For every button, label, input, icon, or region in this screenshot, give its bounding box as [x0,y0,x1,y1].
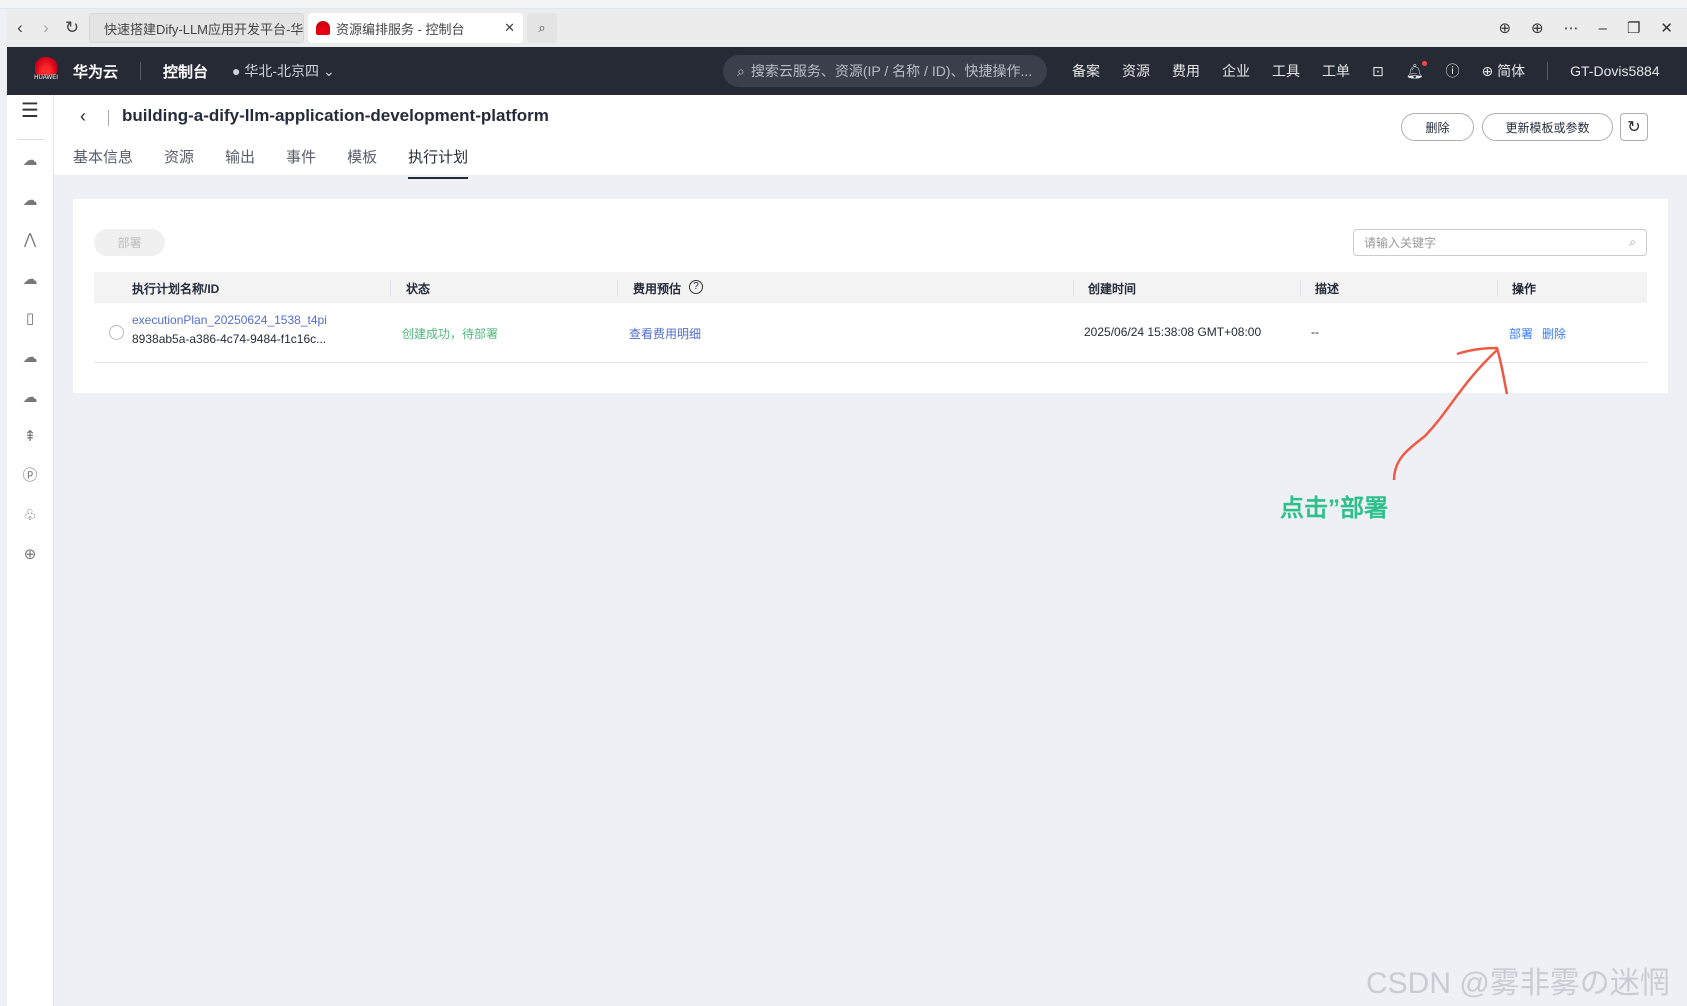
search-icon[interactable]: ⌕ [1629,235,1636,250]
reload-icon[interactable]: ↻ [59,18,85,38]
browser-tab[interactable]: 快速搭建Dify-LLM应用开发平台-华 [89,13,304,43]
back-button[interactable]: ‹ [80,106,86,127]
huawei-logo[interactable]: HUAWEI [31,57,61,85]
column-header-name: 执行计划名称/ID [132,282,220,296]
tab-events[interactable]: 事件 [286,146,316,179]
window-top-strip [0,0,1687,9]
tab-outputs[interactable]: 输出 [225,146,255,179]
download-icon[interactable]: ⊕ [1498,19,1511,37]
cloud-network-icon[interactable]: ☁ [20,388,40,408]
region-label: 华北-北京四 [244,63,320,79]
search-icon: ⌕ [737,62,745,79]
watermark: CSDN @雾非雾の迷惘 [1366,967,1670,1000]
annotation-arrow [1392,346,1509,481]
sidebar: ☰ ☁ ☁ ⋀ ☁ ▯ ☁ ☁ ⇞ ⓟ ♧ ⊕ [7,95,54,1006]
search-placeholder: 搜索云服务、资源(IP / 名称 / ID)、快捷操作... [750,63,1033,79]
nav-link-tickets[interactable]: 工单 [1322,61,1350,81]
globe-icon: ⊕ [1481,63,1494,79]
column-header-description: 描述 [1315,282,1340,296]
tab-title: 资源编排服务 - 控制台 [336,21,465,37]
status-text: 创建成功，待部署 [402,327,499,341]
keyword-search-input[interactable]: 请输入关键字 ⌕ [1353,229,1647,256]
nav-link-billing[interactable]: 费用 [1172,61,1200,81]
description: -- [1311,325,1319,339]
cluster-icon[interactable]: ♧ [20,506,40,526]
help-icon[interactable]: ? [689,280,703,294]
more-icon[interactable]: ⋯ [1564,19,1579,37]
tab-execution-plans[interactable]: 执行计划 [408,146,469,179]
chevron-down-icon: ⌄ [322,63,335,79]
update-template-button[interactable]: 更新模板或参数 [1482,113,1613,141]
created-time: 2025/06/24 15:38:08 GMT+08:00 [1084,325,1262,339]
back-icon[interactable]: ‹ [7,18,33,38]
location-icon: ● [232,63,241,79]
global-search-input[interactable]: ⌕ 搜索云服务、资源(IP / 名称 / ID)、快捷操作... [723,55,1047,87]
nav-link-beian[interactable]: 备案 [1072,61,1100,81]
column-header-cost: 费用预估 [633,282,682,296]
minimize-icon[interactable]: – [1599,20,1607,37]
delete-action-link[interactable]: 删除 [1542,325,1566,342]
terminal-icon[interactable]: ⊡ [1372,63,1384,80]
column-header-status: 状态 [406,282,431,296]
row-radio[interactable] [109,325,124,340]
column-header-actions: 操作 [1512,282,1537,296]
delete-stack-button[interactable]: 删除 [1401,113,1474,141]
cloud-icon[interactable]: ☁ [20,348,40,368]
region-selector[interactable]: ● 华北-北京四 ⌄ [232,61,335,81]
plan-name-link[interactable]: executionPlan_20250624_1538_t4pi [132,313,327,327]
close-tab-icon[interactable]: ✕ [504,20,515,36]
menu-icon[interactable]: ☰ [20,101,40,121]
tab-title: 快速搭建Dify-LLM应用开发平台-华 [104,21,304,37]
table-header [94,272,1647,303]
browser-tab-bar: ‹ › ↻ 快速搭建Dify-LLM应用开发平台-华 资源编排服务 - 控制台 ✕… [7,9,1687,47]
top-navbar: HUAWEI 华为云 控制台 ● 华北-北京四 ⌄ ⌕ 搜索云服务、资源(IP /… [7,47,1687,95]
tab-resources[interactable]: 资源 [164,146,194,179]
tab-search-button[interactable]: ⌕ [527,13,557,43]
page-tabs: 基本信息 资源 输出 事件 模板 执行计划 [73,146,469,179]
bell-icon[interactable]: 🔔︎ [1406,60,1427,80]
brand-name[interactable]: 华为云 [73,61,118,82]
user-menu[interactable]: GT-Dovis5884 [1570,63,1659,79]
close-window-icon[interactable]: ✕ [1660,19,1673,37]
browser-tab-active[interactable]: 资源编排服务 - 控制台 ✕ [308,13,523,43]
language-selector[interactable]: ⊕ 简体 [1482,61,1526,81]
restore-icon[interactable]: ❐ [1627,19,1640,37]
cloud-upload-icon[interactable]: ☁ [20,270,40,290]
globe-icon[interactable]: ⊕ [20,545,40,565]
globe-icon[interactable]: ⊕ [1531,19,1544,37]
annotation-text: 点击”部署 [1280,495,1388,522]
column-header-created: 创建时间 [1088,282,1137,296]
cloud-server-icon[interactable]: ☁ [20,151,40,171]
page-title: building-a-dify-llm-application-developm… [122,106,549,125]
monitor-icon[interactable]: ⋀ [20,230,40,250]
huawei-icon [316,21,330,35]
plan-id: 8938ab5a-a386-4c74-9484-f1c16c... [132,332,327,346]
nav-link-resources[interactable]: 资源 [1122,61,1150,81]
refresh-button[interactable]: ↻ [1620,113,1648,141]
tab-template[interactable]: 模板 [347,146,377,179]
help-icon[interactable]: ⓘ [1446,61,1460,81]
view-cost-link[interactable]: 查看费用明细 [629,325,701,342]
cloud-storage-icon[interactable]: ☁ [20,191,40,211]
deploy-icon[interactable]: ⇞ [20,427,40,447]
search-placeholder: 请输入关键字 [1364,236,1437,250]
console-link[interactable]: 控制台 [163,61,208,82]
deploy-button[interactable]: 部署 [94,229,165,256]
nav-link-enterprise[interactable]: 企业 [1222,61,1250,81]
document-icon[interactable]: ▯ [20,309,40,329]
nav-link-tools[interactable]: 工具 [1272,61,1300,81]
forward-icon[interactable]: › [33,18,59,38]
tab-basic-info[interactable]: 基本信息 [73,146,133,179]
ip-icon[interactable]: ⓟ [20,466,40,486]
language-label: 简体 [1497,63,1526,79]
